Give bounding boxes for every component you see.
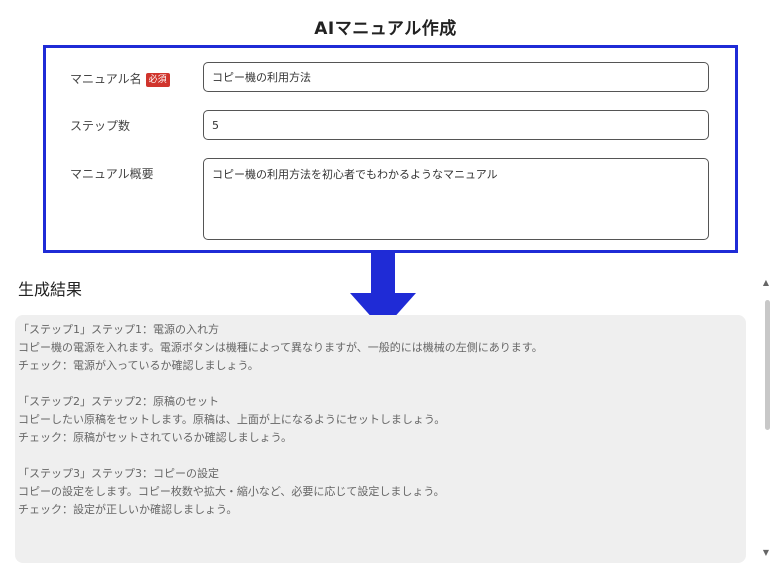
step-count-row: ステップ数 5 (46, 108, 735, 141)
step-body: コピー機の電源を入れます。電源ボタンは機種によって異なりますが、一般的には機械の… (18, 341, 543, 354)
scroll-thumb[interactable] (765, 300, 770, 430)
step-check: チェック：電源が入っているか確認しましょう。 (18, 359, 259, 372)
manual-name-row: マニュアル名 必須 コピー機の利用方法 (46, 61, 735, 94)
overview-textarea[interactable]: コピー機の利用方法を初心者でもわかるようなマニュアル (203, 158, 709, 240)
step-body: コピーしたい原稿をセットします。原稿は、上面が上になるようにセットしましょう。 (18, 413, 446, 426)
page-title: AIマニュアル作成 (314, 19, 457, 39)
result-step: 「ステップ2」ステップ2：原稿のセット コピーしたい原稿をセットします。原稿は、… (18, 393, 543, 447)
result-step: 「ステップ3」ステップ3：コピーの設定 コピーの設定をします。コピー枚数や拡大・… (18, 465, 543, 519)
result-content: 「ステップ1」ステップ1：電源の入れ方 コピー機の電源を入れます。電源ボタンは機… (18, 321, 543, 537)
step-title: 「ステップ3」ステップ3：コピーの設定 (18, 467, 219, 480)
scroll-up-icon[interactable]: ▲ (762, 278, 770, 287)
result-step: 「ステップ1」ステップ1：電源の入れ方 コピー機の電源を入れます。電源ボタンは機… (18, 321, 543, 375)
step-count-label: ステップ数 (70, 119, 131, 133)
overview-row: マニュアル概要 コピー機の利用方法を初心者でもわかるようなマニュアル (46, 158, 735, 242)
step-body: コピーの設定をします。コピー枚数や拡大・縮小など、必要に応じて設定しましょう。 (18, 485, 445, 498)
overview-label: マニュアル概要 (70, 167, 154, 181)
step-title: 「ステップ1」ステップ1：電源の入れ方 (18, 323, 219, 336)
step-count-input[interactable]: 5 (203, 110, 709, 140)
scroll-down-icon[interactable]: ▼ (762, 548, 770, 557)
manual-name-label: マニュアル名 必須 (70, 70, 170, 87)
step-check: チェック：原稿がセットされているか確認しましょう。 (18, 431, 293, 444)
step-title: 「ステップ2」ステップ2：原稿のセット (18, 395, 219, 408)
manual-form: マニュアル名 必須 コピー機の利用方法 ステップ数 5 マニュアル概要 コピー機の… (43, 45, 738, 253)
required-badge: 必須 (145, 73, 170, 87)
manual-name-input[interactable]: コピー機の利用方法 (203, 62, 709, 92)
step-check: チェック：設定が正しいか確認しましょう。 (18, 503, 238, 516)
result-heading: 生成結果 (18, 280, 83, 299)
